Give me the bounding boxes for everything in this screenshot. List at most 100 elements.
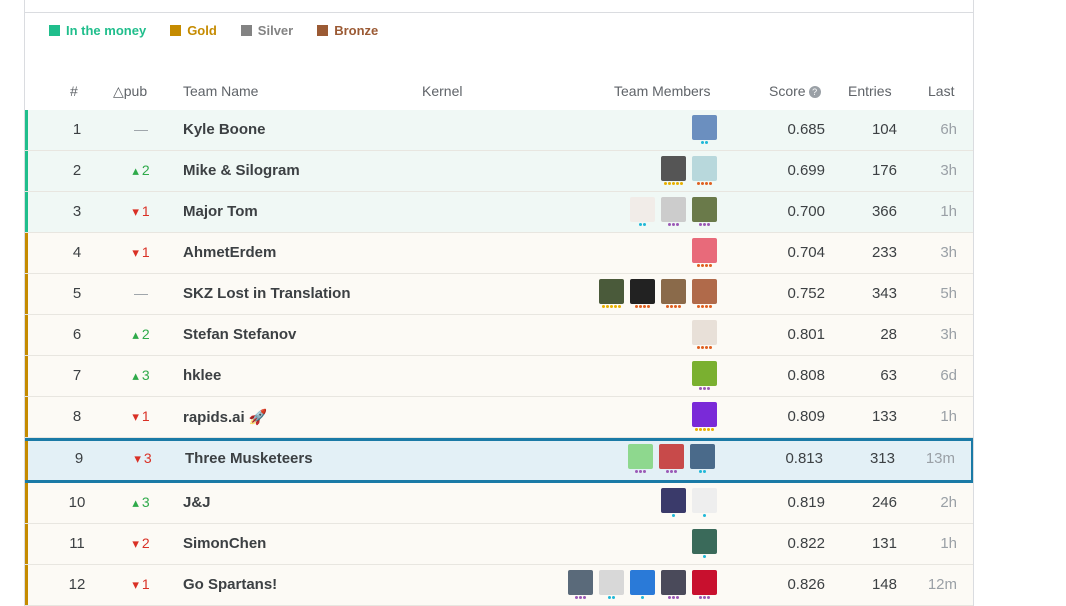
member[interactable] xyxy=(661,488,686,518)
member[interactable] xyxy=(690,444,715,474)
col-team[interactable]: Team Name xyxy=(183,83,258,99)
team-name[interactable]: SKZ Lost in Translation xyxy=(183,285,351,302)
tier-dot xyxy=(643,470,646,473)
tier-dot xyxy=(711,428,714,431)
team-name[interactable]: rapids.ai 🚀 xyxy=(183,408,268,426)
team-name[interactable]: SimonChen xyxy=(183,535,266,552)
avatar[interactable] xyxy=(659,444,684,469)
member[interactable] xyxy=(661,570,686,600)
tier-dot xyxy=(701,264,704,267)
member[interactable] xyxy=(692,156,717,186)
avatar[interactable] xyxy=(599,570,624,595)
tier-dot xyxy=(709,346,712,349)
avatar[interactable] xyxy=(630,279,655,304)
col-last[interactable]: Last xyxy=(928,83,954,99)
table-row[interactable]: 5 — SKZ Lost in Translation 0.752 343 5h xyxy=(25,274,973,315)
avatar[interactable] xyxy=(692,570,717,595)
member[interactable] xyxy=(692,402,717,432)
member[interactable] xyxy=(661,197,686,227)
avatar[interactable] xyxy=(692,156,717,181)
team-name[interactable]: Go Spartans! xyxy=(183,576,277,593)
avatar[interactable] xyxy=(692,320,717,345)
team-members xyxy=(686,238,717,268)
team-name[interactable]: Mike & Silogram xyxy=(183,162,300,179)
table-row[interactable]: 2 ▴ 2 Mike & Silogram 0.699 176 3h xyxy=(25,151,973,192)
avatar[interactable] xyxy=(599,279,624,304)
team-name[interactable]: Major Tom xyxy=(183,203,258,220)
member[interactable] xyxy=(599,279,624,309)
last-submission: 13m xyxy=(925,450,955,467)
member[interactable] xyxy=(568,570,593,600)
table-row[interactable]: 6 ▴ 2 Stefan Stefanov 0.801 28 3h xyxy=(25,315,973,356)
member[interactable] xyxy=(692,197,717,227)
member[interactable] xyxy=(630,570,655,600)
rank-change: ▴ 2 xyxy=(113,326,169,343)
member[interactable] xyxy=(628,444,653,474)
member[interactable] xyxy=(692,279,717,309)
member[interactable] xyxy=(599,570,624,600)
member[interactable] xyxy=(692,488,717,518)
table-row[interactable]: 1 — Kyle Boone 0.685 104 6h xyxy=(25,110,973,151)
col-kernel[interactable]: Kernel xyxy=(422,83,462,99)
last-submission: 6h xyxy=(940,121,957,138)
avatar[interactable] xyxy=(692,279,717,304)
avatar[interactable] xyxy=(692,488,717,513)
table-row[interactable]: 9 ▾ 3 Three Musketeers 0.813 313 13m xyxy=(25,438,973,483)
col-score[interactable]: Score? xyxy=(769,83,821,99)
table-row[interactable]: 4 ▾ 1 AhmetErdem 0.704 233 3h xyxy=(25,233,973,274)
team-name[interactable]: J&J xyxy=(183,494,211,511)
avatar[interactable] xyxy=(661,156,686,181)
last-submission: 3h xyxy=(940,162,957,179)
avatar[interactable] xyxy=(692,115,717,140)
table-row[interactable]: 12 ▾ 1 Go Spartans! 0.826 148 12m xyxy=(25,565,973,606)
help-icon[interactable]: ? xyxy=(808,86,821,98)
team-name[interactable]: hklee xyxy=(183,367,221,384)
member[interactable] xyxy=(692,570,717,600)
avatar[interactable] xyxy=(692,529,717,554)
tier-dot xyxy=(701,141,704,144)
table-row[interactable]: 11 ▾ 2 SimonChen 0.822 131 1h xyxy=(25,524,973,565)
avatar[interactable] xyxy=(630,197,655,222)
tier-dot xyxy=(670,305,673,308)
avatar[interactable] xyxy=(661,197,686,222)
avatar[interactable] xyxy=(692,238,717,263)
tier-dots xyxy=(692,264,717,268)
avatar[interactable] xyxy=(692,197,717,222)
member[interactable] xyxy=(692,238,717,268)
avatar[interactable] xyxy=(630,570,655,595)
avatar[interactable] xyxy=(661,488,686,513)
table-row[interactable]: 10 ▴ 3 J&J 0.819 246 2h xyxy=(25,483,973,524)
rank-change-value: 2 xyxy=(141,535,150,551)
col-delta[interactable]: △pub xyxy=(113,83,147,100)
avatar[interactable] xyxy=(661,570,686,595)
team-name[interactable]: AhmetErdem xyxy=(183,244,276,261)
col-members[interactable]: Team Members xyxy=(614,83,710,99)
rank-change: ▾ 2 xyxy=(113,535,169,552)
member[interactable] xyxy=(659,444,684,474)
member[interactable] xyxy=(692,529,717,559)
table-row[interactable]: 8 ▾ 1 rapids.ai 🚀 0.809 133 1h xyxy=(25,397,973,438)
member[interactable] xyxy=(692,320,717,350)
team-name[interactable]: Kyle Boone xyxy=(183,121,266,138)
table-row[interactable]: 7 ▴ 3 hklee 0.808 63 6d xyxy=(25,356,973,397)
member[interactable] xyxy=(692,361,717,391)
avatar[interactable] xyxy=(692,402,717,427)
col-entries[interactable]: Entries xyxy=(848,83,892,99)
member[interactable] xyxy=(630,197,655,227)
tier-bar xyxy=(25,110,28,150)
col-rank[interactable]: # xyxy=(70,83,78,99)
member[interactable] xyxy=(661,279,686,309)
member[interactable] xyxy=(630,279,655,309)
avatar[interactable] xyxy=(661,279,686,304)
member[interactable] xyxy=(692,115,717,145)
tier-dots xyxy=(659,470,684,474)
avatar[interactable] xyxy=(568,570,593,595)
team-name[interactable]: Stefan Stefanov xyxy=(183,326,296,343)
team-name[interactable]: Three Musketeers xyxy=(185,450,313,467)
avatar[interactable] xyxy=(628,444,653,469)
avatar[interactable] xyxy=(692,361,717,386)
avatar[interactable] xyxy=(690,444,715,469)
entries: 133 xyxy=(871,408,897,425)
member[interactable] xyxy=(661,156,686,186)
table-row[interactable]: 3 ▾ 1 Major Tom 0.700 366 1h xyxy=(25,192,973,233)
